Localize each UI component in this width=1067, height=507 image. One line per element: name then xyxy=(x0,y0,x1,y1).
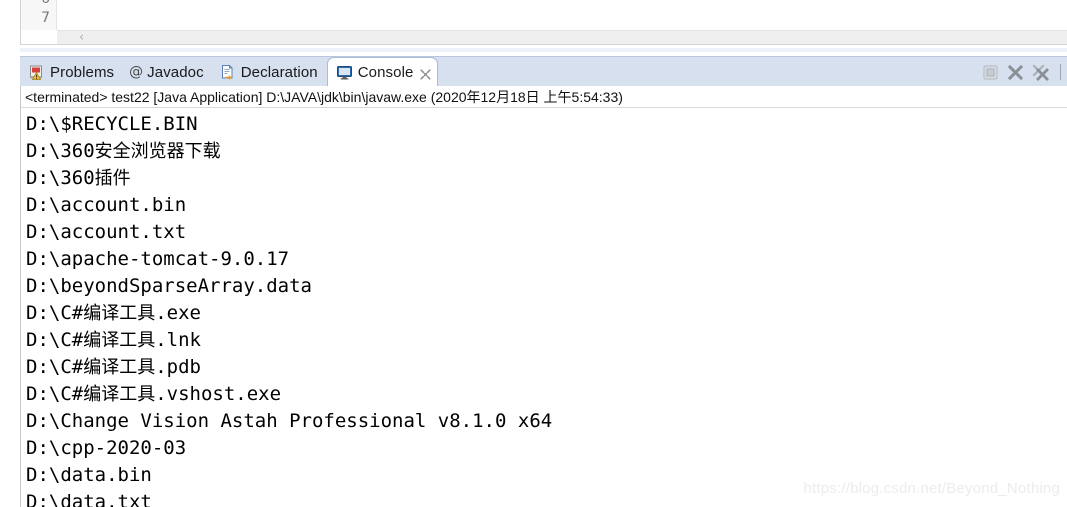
editor-remnant: 6 7 ‹ xyxy=(20,0,1067,45)
eclipse-window: 6 7 ‹ xyxy=(0,0,1067,507)
console-output-line: D:\360插件 xyxy=(26,167,131,189)
console-output-line: D:\C#编译工具.lnk xyxy=(26,329,201,351)
tab-javadoc[interactable]: @ Javadoc xyxy=(121,57,211,87)
console-output-line: D:\account.txt xyxy=(26,221,187,243)
problems-icon xyxy=(28,64,45,81)
console-output-line: D:\C#编译工具.vshost.exe xyxy=(26,383,282,405)
javadoc-at-icon: @ xyxy=(129,64,144,80)
console-output-line: D:\beyondSparseArray.data xyxy=(26,275,312,297)
console-text[interactable]: D:\$RECYCLE.BIN D:\360安全浏览器下载 D:\360插件 D:\a… xyxy=(21,108,1067,507)
tab-problems[interactable]: Problems xyxy=(20,57,121,87)
terminate-button[interactable] xyxy=(982,64,999,81)
console-output-line: D:\$RECYCLE.BIN xyxy=(26,113,198,135)
console-view: Problems @ Javadoc Declaration Console <… xyxy=(20,56,1067,507)
chevron-left-icon[interactable]: ‹ xyxy=(79,31,84,45)
console-output-line: D:\account.bin xyxy=(26,194,187,216)
console-output-line: D:\apache-tomcat-9.0.17 xyxy=(26,248,290,270)
tab-label: Javadoc xyxy=(147,63,204,81)
tab-label: Console xyxy=(357,64,414,81)
watermark: https://blog.csdn.net/Beyond_Nothing xyxy=(803,480,1060,497)
console-monitor-icon xyxy=(336,64,353,81)
tab-console[interactable]: Console xyxy=(326,57,439,87)
tab-label: Declaration xyxy=(240,63,318,81)
tab-label: Problems xyxy=(50,63,115,81)
console-output-line: D:\C#编译工具.pdb xyxy=(26,356,201,378)
line-number: 6 xyxy=(41,0,50,6)
view-tabs: Problems @ Javadoc Declaration Console xyxy=(20,57,439,87)
remove-launch-button[interactable] xyxy=(1007,64,1024,81)
editor-horizontal-scrollbar[interactable]: ‹ xyxy=(57,30,1067,45)
console-output-line: D:\C#编译工具.exe xyxy=(26,302,201,324)
view-toolbar xyxy=(982,57,1061,87)
close-icon[interactable] xyxy=(420,67,432,80)
console-status-line: <terminated> test22 [Java Application] D… xyxy=(21,86,1067,108)
editor-line-number-gutter: 6 7 xyxy=(21,0,57,30)
declaration-icon xyxy=(219,64,236,81)
remove-all-terminated-button[interactable] xyxy=(1032,63,1049,81)
console-output-line: D:\Change Vision Astah Professional v8.1… xyxy=(26,410,553,432)
view-tab-bar: Problems @ Javadoc Declaration Console xyxy=(20,56,1067,87)
line-number: 7 xyxy=(41,10,50,26)
toolbar-separator xyxy=(1060,64,1061,80)
console-output-line: D:\cpp-2020-03 xyxy=(26,437,187,459)
console-output-area[interactable]: <terminated> test22 [Java Application] D… xyxy=(20,86,1067,507)
console-output-line: D:\360安全浏览器下载 xyxy=(26,140,221,162)
tab-declaration[interactable]: Declaration xyxy=(211,57,325,87)
